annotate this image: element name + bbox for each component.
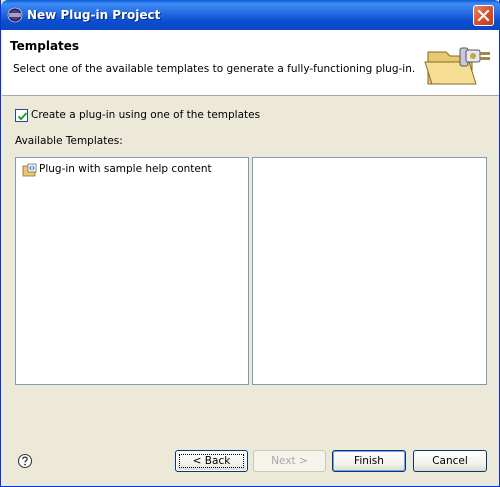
template-icon (22, 162, 38, 178)
template-label: Plug-in with sample help content (39, 163, 212, 175)
page-description: Select one of the available templates to… (13, 63, 416, 75)
page-title: Templates (10, 39, 80, 53)
next-button-label: Next > (271, 455, 308, 467)
dialog-window: New Plug-in Project Templates Select one… (0, 0, 500, 487)
cancel-button[interactable]: Cancel (413, 450, 487, 472)
help-button[interactable] (17, 453, 33, 469)
plugin-folder-icon (424, 47, 490, 85)
finish-button-label: Finish (354, 455, 384, 467)
checkmark-icon (17, 112, 28, 121)
template-description-panel (252, 157, 487, 385)
close-button[interactable] (473, 5, 494, 26)
finish-button[interactable]: Finish (332, 450, 406, 472)
title-bar[interactable]: New Plug-in Project (1, 0, 500, 30)
focus-ring (179, 454, 244, 468)
window-title: New Plug-in Project (27, 8, 161, 22)
use-template-checkbox[interactable] (15, 109, 28, 122)
templates-list[interactable]: Plug-in with sample help content (15, 157, 249, 385)
use-template-label[interactable]: Create a plug-in using one of the templa… (31, 109, 260, 121)
back-button[interactable]: < Back (175, 450, 248, 472)
close-icon (477, 9, 490, 22)
help-icon (17, 453, 33, 469)
eclipse-icon (7, 7, 23, 23)
wizard-header: Templates Select one of the available te… (2, 30, 499, 96)
next-button[interactable]: Next > (253, 450, 326, 472)
cancel-button-label: Cancel (432, 455, 468, 467)
available-templates-label: Available Templates: (15, 135, 123, 147)
